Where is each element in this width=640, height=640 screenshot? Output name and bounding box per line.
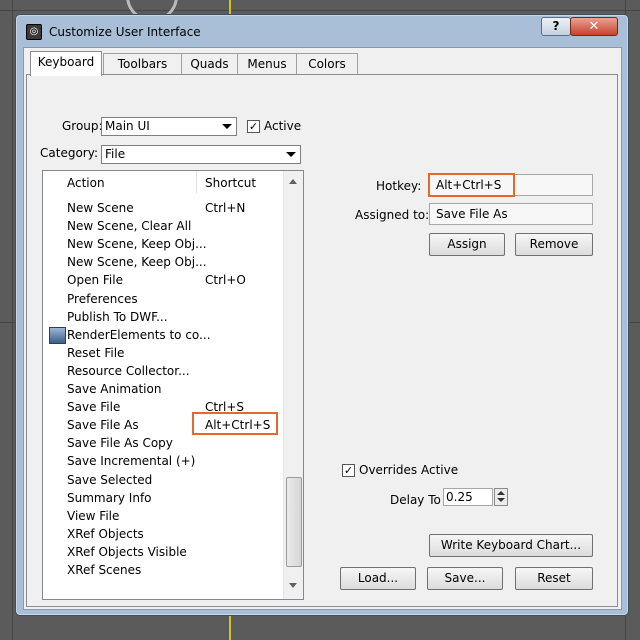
save-button[interactable]: Save...: [427, 567, 503, 590]
action-name: Resource Collector...: [67, 363, 190, 378]
action-name: Save Animation: [67, 382, 162, 396]
action-name: Preferences: [67, 291, 138, 306]
assigned-to-label: Assigned to:: [355, 208, 430, 222]
list-item[interactable]: Preferences: [43, 290, 283, 308]
spinner-up-icon[interactable]: [497, 491, 505, 495]
assigned-to-value: Save File As: [436, 207, 508, 221]
list-item[interactable]: New Scene, Keep Obj...: [43, 253, 283, 271]
active-label: Active: [264, 119, 302, 133]
reset-button[interactable]: Reset: [515, 567, 593, 590]
customize-ui-dialog: ◎ Customize User Interface ? ✕ Keyboard …: [15, 14, 629, 616]
list-item[interactable]: XRef Objects: [43, 525, 283, 543]
action-name: RenderElements to co...: [67, 327, 211, 342]
list-item[interactable]: Resource Collector...: [43, 362, 283, 380]
tab-quads[interactable]: Quads: [181, 53, 238, 75]
list-item[interactable]: New Scene, Clear All: [43, 217, 283, 235]
window-title: Customize User Interface: [49, 25, 201, 39]
overrides-active-checkbox[interactable]: ✓: [342, 464, 355, 477]
action-name: Save Selected: [67, 472, 153, 487]
grid-line: [12, 0, 13, 640]
action-name: New Scene, Keep Obj...: [67, 255, 207, 270]
load-button[interactable]: Load...: [340, 567, 416, 590]
group-label: Group:: [62, 119, 103, 133]
action-shortcut: Ctrl+N: [205, 201, 246, 215]
scroll-thumb[interactable]: [286, 477, 302, 567]
list-item[interactable]: Summary Info: [43, 489, 283, 507]
write-keyboard-chart-button[interactable]: Write Keyboard Chart...: [429, 534, 593, 557]
action-name: New Scene: [67, 201, 134, 215]
shortcut-highlight: [192, 412, 278, 435]
action-name: View File: [67, 508, 120, 523]
action-name: Summary Info: [67, 490, 152, 505]
tab-toolbars[interactable]: Toolbars: [103, 53, 182, 75]
list-item[interactable]: Open File Ctrl+O: [43, 271, 283, 289]
group-dropdown[interactable]: Main UI: [101, 117, 237, 136]
action-name: Save File As: [67, 418, 139, 433]
action-name: Publish To DWF...: [67, 309, 168, 324]
action-name: Save File As Copy: [67, 436, 173, 451]
chevron-down-icon: [286, 152, 296, 157]
list-item[interactable]: Save Animation: [43, 380, 283, 398]
scroll-up-icon[interactable]: [289, 179, 297, 184]
list-scrollbar[interactable]: [283, 171, 303, 599]
tab-keyboard[interactable]: Keyboard: [30, 51, 102, 76]
close-button[interactable]: ✕: [570, 17, 618, 36]
keyboard-panel: Group: Main UI ✓ Active Category: File A…: [26, 74, 618, 607]
list-item[interactable]: XRef Scenes: [43, 561, 283, 579]
action-name: New Scene, Clear All: [67, 219, 192, 234]
list-item[interactable]: New Scene Ctrl+N: [43, 199, 283, 217]
grid-line: [0, 10, 640, 11]
list-header: Action Shortcut: [43, 171, 283, 193]
action-list[interactable]: Action Shortcut New Scene Ctrl+N New Scene…: [42, 170, 304, 600]
action-shortcut: Ctrl+O: [205, 273, 246, 288]
list-item[interactable]: Reset File: [43, 344, 283, 362]
action-name: XRef Objects Visible: [67, 544, 187, 559]
list-item[interactable]: Save Selected: [43, 471, 283, 489]
list-item[interactable]: XRef Objects Visible: [43, 543, 283, 561]
list-item[interactable]: Publish To DWF...: [43, 308, 283, 326]
hotkey-label: Hotkey:: [376, 179, 422, 193]
delay-input[interactable]: 0.25: [443, 488, 493, 506]
action-name: Reset File: [67, 345, 125, 360]
column-header-action[interactable]: Action: [67, 176, 105, 190]
assign-button[interactable]: Assign: [429, 233, 505, 256]
action-name: XRef Scenes: [67, 563, 142, 577]
tab-menus[interactable]: Menus: [237, 53, 297, 75]
hotkey-highlight: [428, 173, 515, 197]
help-button[interactable]: ?: [541, 17, 571, 36]
app-icon: ◎: [26, 24, 42, 40]
overrides-active-label: Overrides Active: [359, 463, 459, 477]
action-name: New Scene, Keep Obj...: [67, 237, 207, 252]
title-bar[interactable]: ◎ Customize User Interface ? ✕: [16, 15, 628, 47]
scroll-down-icon[interactable]: [289, 583, 297, 588]
column-divider[interactable]: [196, 171, 197, 193]
list-item[interactable]: View File: [43, 507, 283, 525]
action-name: Save Incremental (+): [67, 454, 196, 469]
category-label: Category:: [40, 146, 98, 160]
chevron-down-icon: [222, 124, 232, 129]
category-value: File: [105, 147, 126, 161]
render-elements-icon: [49, 326, 66, 344]
action-name: Save File: [67, 400, 121, 415]
tab-colors[interactable]: Colors: [296, 53, 358, 75]
spinner-down-icon[interactable]: [497, 498, 505, 502]
dialog-client-area: Keyboard Toolbars Quads Menus Colors Gro…: [23, 47, 622, 610]
delay-spinner[interactable]: [494, 488, 508, 506]
active-checkbox[interactable]: ✓: [247, 120, 260, 133]
action-name: XRef Objects: [67, 526, 144, 541]
column-header-shortcut[interactable]: Shortcut: [205, 176, 256, 190]
action-name: Open File: [67, 273, 123, 288]
remove-button[interactable]: Remove: [515, 233, 593, 256]
list-item[interactable]: Save File As Copy: [43, 434, 283, 452]
list-item[interactable]: RenderElements to co...: [43, 326, 283, 344]
list-item[interactable]: Save Incremental (+): [43, 452, 283, 470]
delay-value: 0.25: [446, 490, 473, 504]
list-item[interactable]: New Scene, Keep Obj...: [43, 235, 283, 253]
category-dropdown[interactable]: File: [101, 145, 301, 164]
delay-label: Delay To: [390, 493, 441, 507]
assigned-to-field: Save File As: [429, 203, 593, 225]
group-value: Main UI: [105, 119, 150, 133]
